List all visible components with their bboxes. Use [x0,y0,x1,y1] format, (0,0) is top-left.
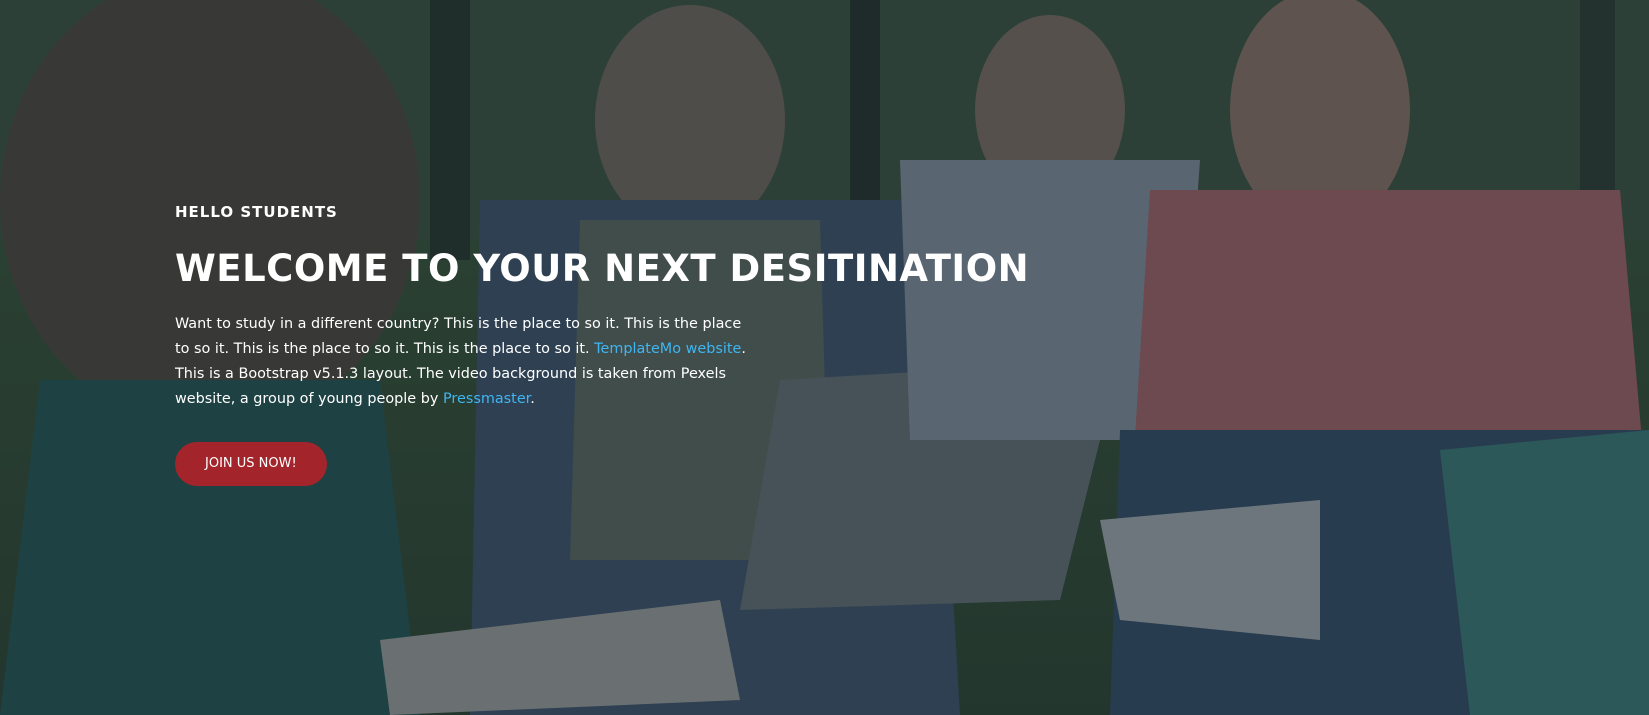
description-text-3: . [530,391,535,407]
templatemo-link[interactable]: TemplateMo website [594,341,741,357]
pressmaster-link[interactable]: Pressmaster [443,391,530,407]
hero-eyebrow: HELLO STUDENTS [175,203,338,221]
hero-description: Want to study in a different country? Th… [175,312,750,412]
hero-section: HELLO STUDENTS WELCOME TO YOUR NEXT DESI… [0,0,1649,715]
hero-content: HELLO STUDENTS WELCOME TO YOUR NEXT DESI… [175,200,1030,486]
join-us-button[interactable]: JOIN US NOW! [175,442,327,486]
hero-headline: WELCOME TO YOUR NEXT DESITINATION [175,247,1030,290]
